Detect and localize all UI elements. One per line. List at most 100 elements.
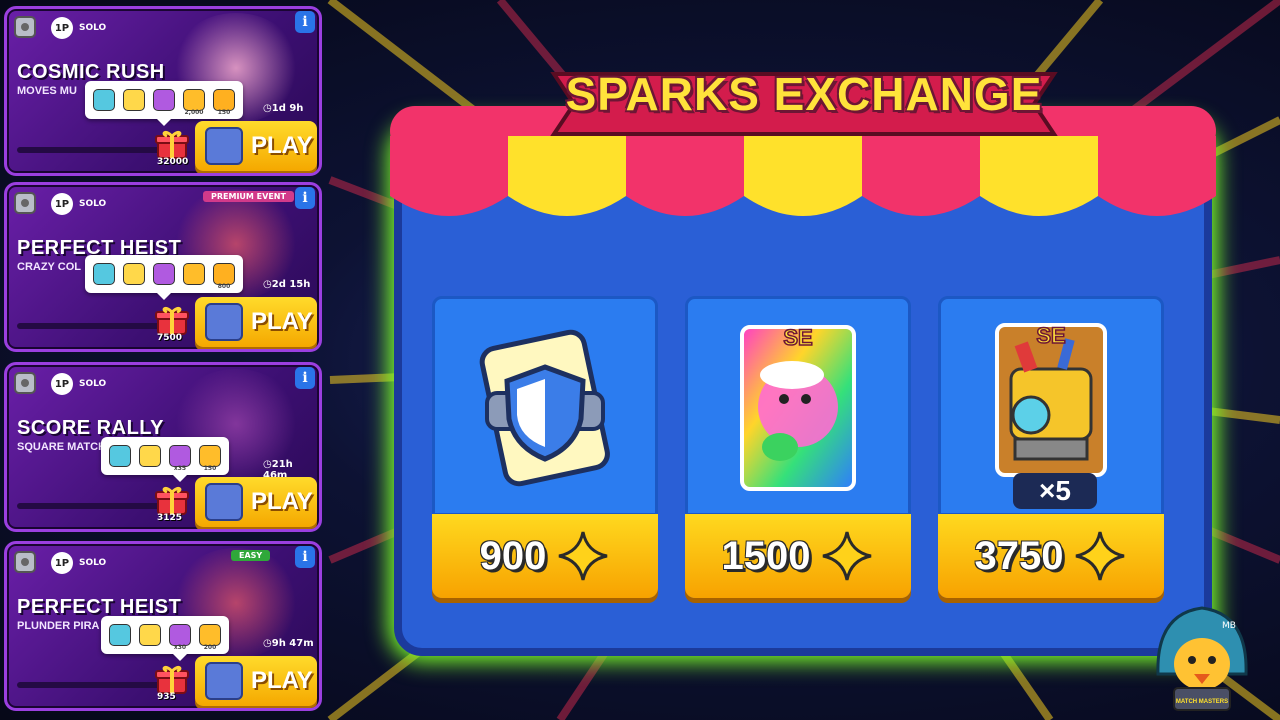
event-subtitle: CRAZY COL xyxy=(17,261,81,273)
reward-amount: 800 xyxy=(217,283,231,290)
clock-icon: ◷ xyxy=(263,638,272,649)
play-button[interactable]: PLAY xyxy=(195,121,317,171)
event-card[interactable]: 1P SOLO i SCORE RALLY SQUARE MATCH x35 15… xyxy=(4,362,322,532)
booster-icon xyxy=(205,303,243,341)
reward-icon xyxy=(169,624,191,646)
event-timer: ◷1d 9h xyxy=(263,103,304,114)
mode-label: SOLO xyxy=(79,23,107,33)
event-tag: EASY xyxy=(231,550,271,561)
event-card[interactable]: 1P SOLO EASY i PERFECT HEIST PLUNDER PIR… xyxy=(4,541,322,711)
quantity-multiplier: ×5 xyxy=(1013,473,1097,509)
reward-icon xyxy=(153,263,175,285)
reward-item xyxy=(121,260,147,288)
event-type-icon xyxy=(14,192,36,214)
event-subtitle: PLUNDER PIRA xyxy=(17,620,100,632)
clock-icon: ◷ xyxy=(263,279,272,290)
reward-icon xyxy=(153,89,175,111)
avatar-initials: MB xyxy=(1222,621,1236,631)
reward-item xyxy=(107,621,133,649)
mode-label: SOLO xyxy=(79,199,107,209)
milestone-value: 3125 xyxy=(157,513,183,523)
gift-icon xyxy=(155,130,189,159)
reward-popup: x30 200 xyxy=(101,616,229,661)
info-button[interactable]: i xyxy=(295,367,315,389)
event-timer: ◷2d 15h xyxy=(263,279,311,290)
reward-item: 2,000 xyxy=(181,86,207,116)
reward-item: 800 xyxy=(211,260,237,290)
price-button[interactable]: 1500 xyxy=(685,514,911,598)
reward-icon xyxy=(139,624,161,646)
event-tag: PREMIUM EVENT xyxy=(203,191,294,202)
reward-item xyxy=(181,260,207,288)
reward-item xyxy=(151,260,177,288)
players-badge: 1P xyxy=(51,373,73,395)
spark-icon xyxy=(559,531,608,581)
play-button[interactable]: PLAY xyxy=(195,656,317,706)
offer-image-area: SE ×5 xyxy=(938,296,1164,516)
reward-item xyxy=(137,621,163,649)
reward-item xyxy=(137,442,163,470)
reward-amount: 150 xyxy=(203,465,217,472)
reward-item: x30 xyxy=(167,621,193,651)
se-badge: SE xyxy=(1036,323,1065,348)
offer-image-area: SE xyxy=(685,296,911,516)
play-label: PLAY xyxy=(251,488,313,515)
reward-icon xyxy=(169,445,191,467)
mode-badge: 1P SOLO xyxy=(51,373,106,395)
reward-amount: x30 xyxy=(173,644,187,651)
mode-badge: 1P SOLO xyxy=(51,193,106,215)
progress-track xyxy=(17,503,161,509)
reward-icon xyxy=(199,624,221,646)
play-label: PLAY xyxy=(251,308,313,335)
reward-icon xyxy=(183,89,205,111)
offer-card-character[interactable]: SE 1500 xyxy=(685,296,911,598)
players-badge: 1P xyxy=(51,552,73,574)
milestone-value: 935 xyxy=(157,692,176,702)
reward-icon xyxy=(183,263,205,285)
play-button[interactable]: PLAY xyxy=(195,477,317,527)
reward-icon xyxy=(123,89,145,111)
event-card[interactable]: 1P SOLO i COSMIC RUSH MOVES MU 2,000 150 … xyxy=(4,6,322,176)
info-button[interactable]: i xyxy=(295,546,315,568)
reward-item: 150 xyxy=(197,442,223,472)
event-subtitle: MOVES MU xyxy=(17,85,77,97)
sparks-exchange-shop: SPARKS EXCHANGE 900 SE 1500 SE ×5 3750 xyxy=(390,68,1216,658)
rainbow-character-card-icon: SE xyxy=(740,324,856,491)
progress-track xyxy=(17,147,161,153)
event-type-icon xyxy=(14,551,36,573)
offer-card-train[interactable]: SE ×5 3750 xyxy=(938,296,1164,598)
reward-icon xyxy=(139,445,161,467)
info-button[interactable]: i xyxy=(295,187,315,209)
price-button[interactable]: 900 xyxy=(432,514,658,598)
price-button[interactable]: 3750 xyxy=(938,514,1164,598)
play-button[interactable]: PLAY xyxy=(195,297,317,347)
reward-item xyxy=(121,86,147,114)
mode-badge: 1P SOLO xyxy=(51,552,106,574)
reward-icon xyxy=(93,89,115,111)
price-value: 900 xyxy=(479,533,547,578)
gift-icon xyxy=(155,486,189,515)
milestone-value: 32000 xyxy=(157,157,189,167)
reward-icon xyxy=(109,624,131,646)
player-avatar[interactable]: MB MATCH MASTERS xyxy=(1148,594,1256,714)
offer-image-area xyxy=(432,296,658,516)
reward-item xyxy=(91,86,117,114)
players-badge: 1P xyxy=(51,17,73,39)
offer-card-shield[interactable]: 900 xyxy=(432,296,658,598)
shield-card-icon xyxy=(479,329,610,487)
info-button[interactable]: i xyxy=(295,11,315,33)
clock-icon: ◷ xyxy=(263,103,272,114)
reward-item xyxy=(107,442,133,470)
reward-popup: 800 xyxy=(85,255,243,300)
price-value: 1500 xyxy=(721,533,811,578)
clock-icon: ◷ xyxy=(263,459,272,470)
event-type-icon xyxy=(14,372,36,394)
play-label: PLAY xyxy=(251,132,313,159)
price-value: 3750 xyxy=(974,533,1064,578)
event-card[interactable]: 1P SOLO PREMIUM EVENT i PERFECT HEIST CR… xyxy=(4,182,322,352)
booster-icon xyxy=(205,483,243,521)
milestone-value: 7500 xyxy=(157,333,183,343)
avatar-badge: MATCH MASTERS xyxy=(1176,699,1228,705)
reward-item xyxy=(151,86,177,114)
reward-item: x35 xyxy=(167,442,193,472)
